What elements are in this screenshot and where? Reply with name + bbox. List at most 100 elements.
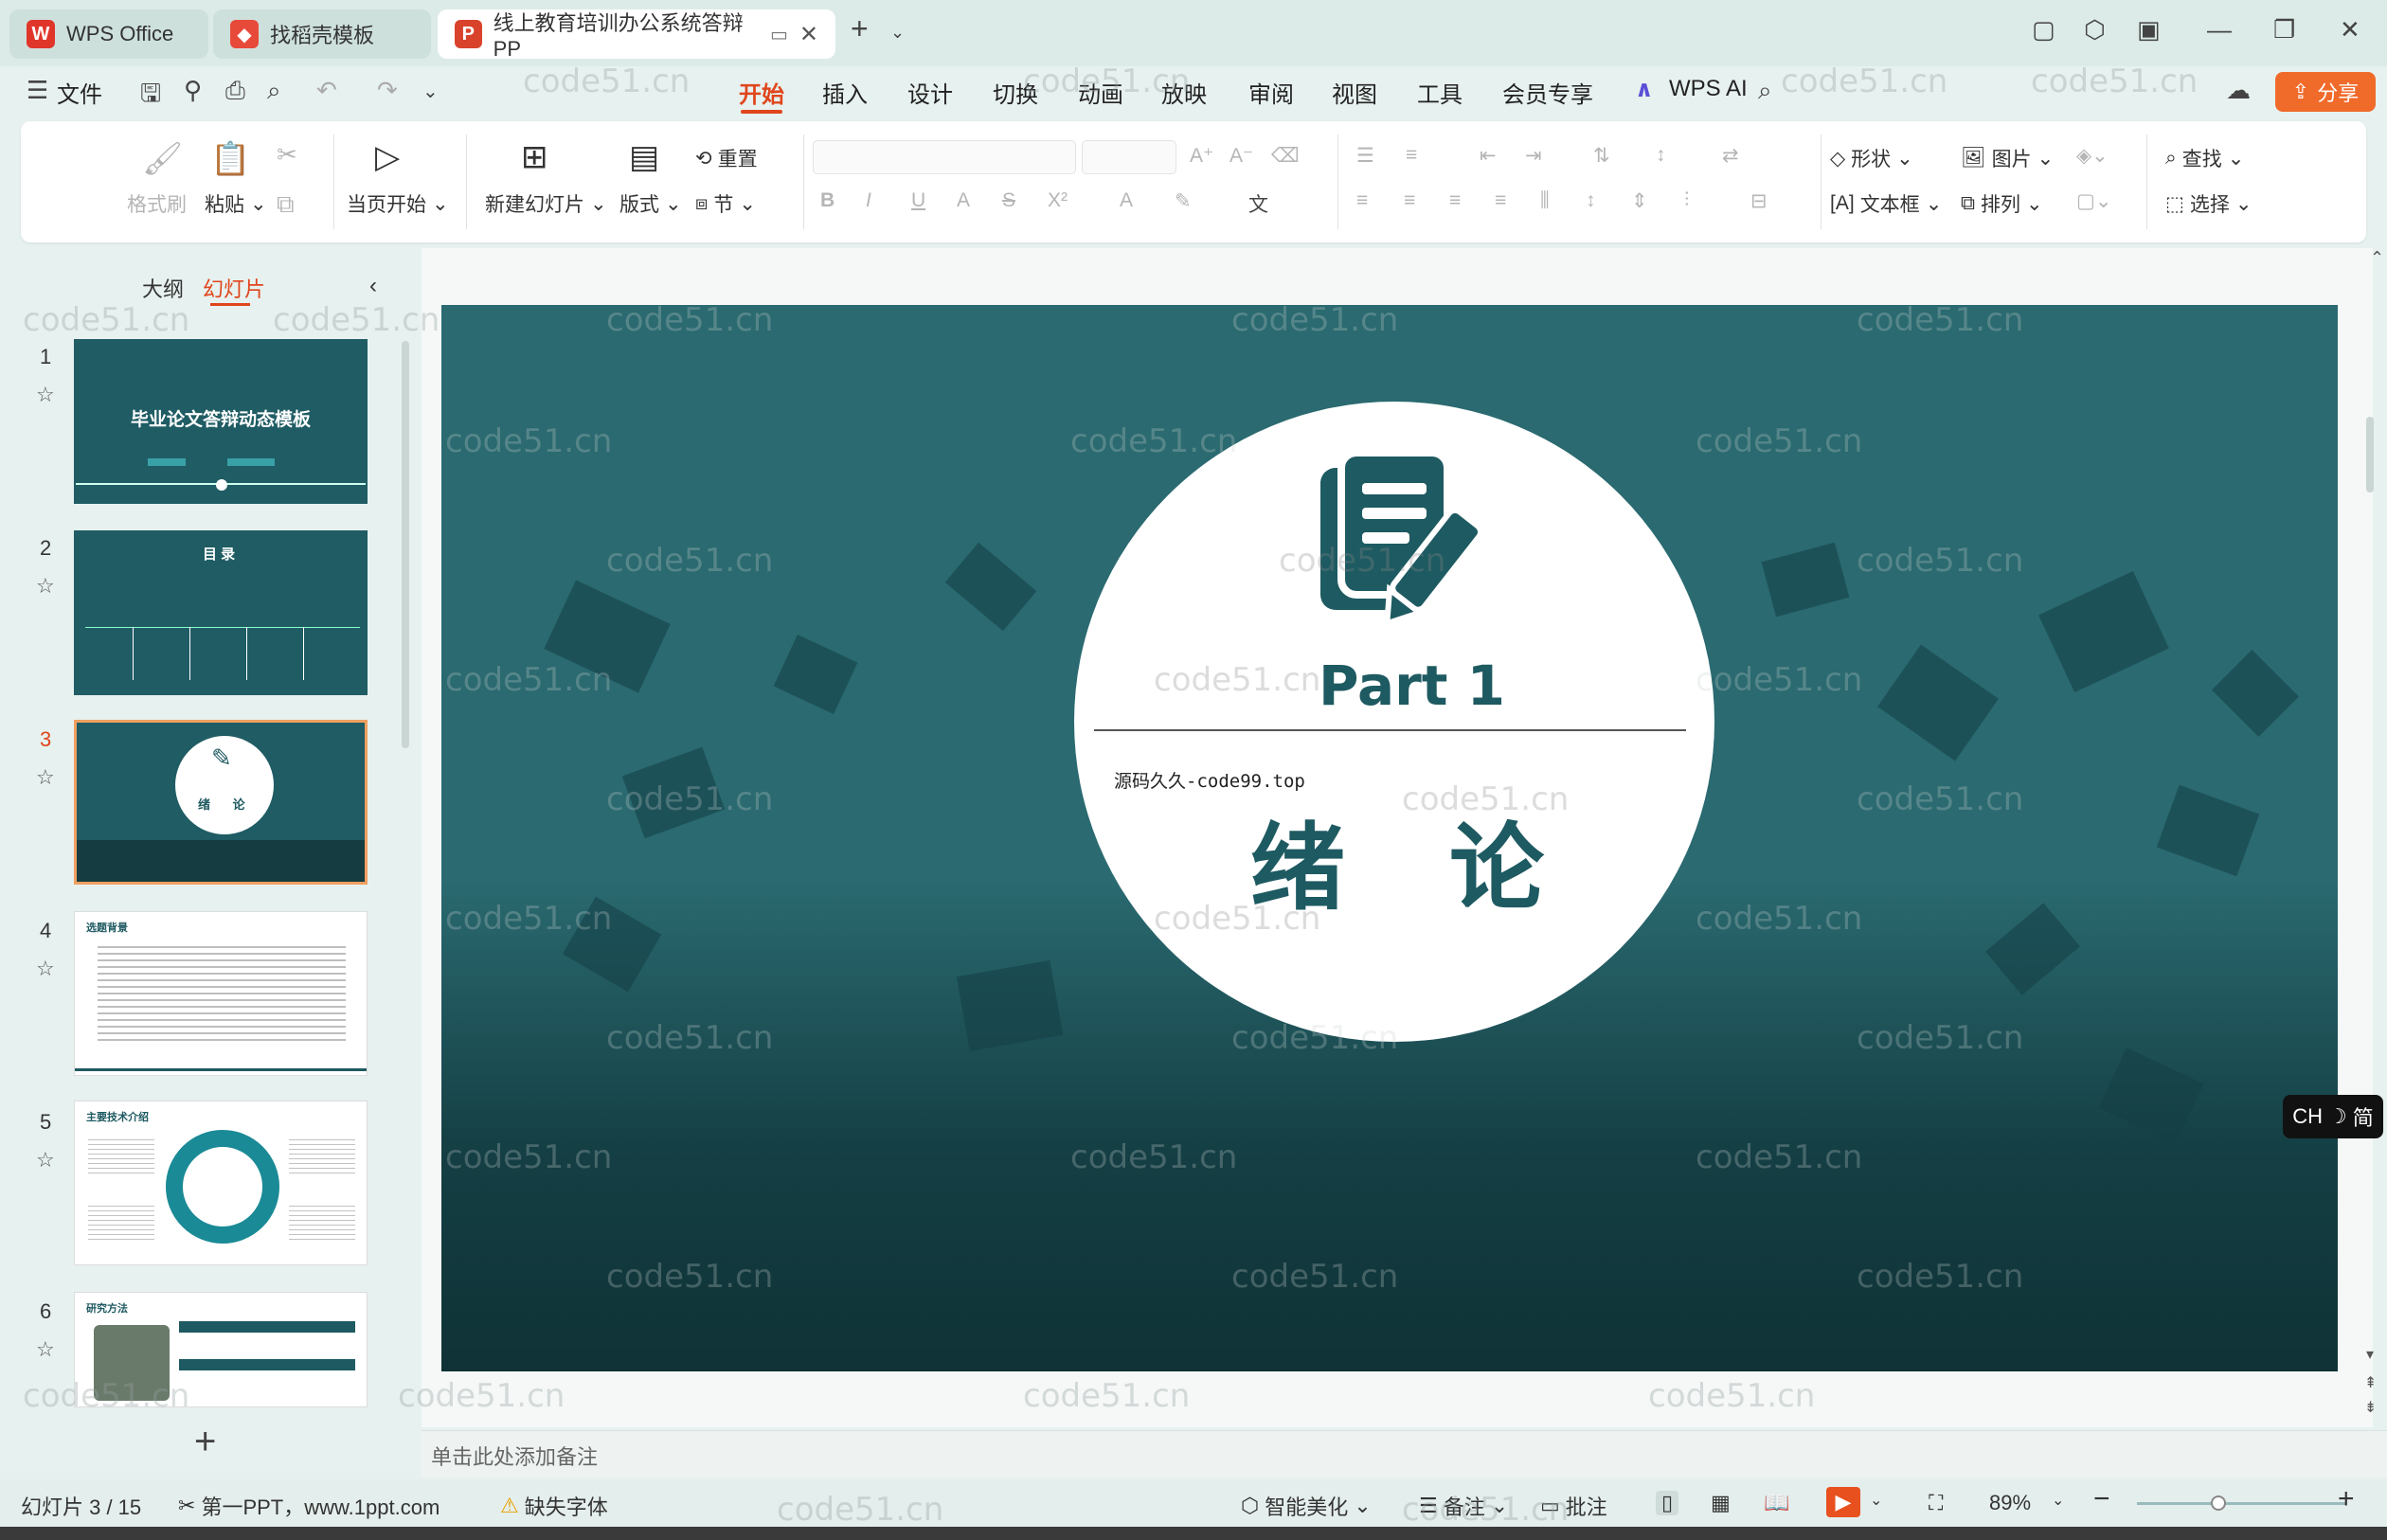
minimize-icon[interactable]: — bbox=[2207, 15, 2232, 45]
tab-wps-office[interactable]: W WPS Office bbox=[9, 9, 208, 59]
find-button[interactable]: ⌕ 查找 ⌄ bbox=[2165, 144, 2244, 172]
next-slide-icon[interactable]: ⇟ bbox=[2364, 1398, 2377, 1417]
notes-pane[interactable]: 单击此处添加备注 bbox=[422, 1430, 2387, 1477]
sort-icon[interactable]: ↕ bbox=[1656, 144, 1666, 167]
fit-window-icon[interactable]: ⛶ bbox=[1929, 1491, 1943, 1515]
arrange-button[interactable]: ⧉ 排列 ⌄ bbox=[1961, 189, 2043, 218]
increase-indent-icon[interactable]: ⇥ bbox=[1525, 144, 1542, 168]
share-button[interactable]: ⇪ 分享 bbox=[2275, 72, 2376, 112]
normal-view-icon[interactable]: ▯ bbox=[1656, 1491, 1679, 1515]
reset-button[interactable]: ⟲ 重置 bbox=[695, 144, 758, 172]
prev-slide-icon[interactable]: ⇞ bbox=[2364, 1373, 2377, 1392]
phonetic-icon[interactable]: 文 bbox=[1248, 189, 1268, 218]
font-size-select[interactable] bbox=[1082, 140, 1176, 174]
tab-document[interactable]: P 线上教育培训办公系统答辩PP ▭ ✕ bbox=[438, 9, 835, 61]
align-center-icon[interactable]: ≡ bbox=[1404, 189, 1415, 212]
add-slide-button[interactable]: + bbox=[194, 1421, 216, 1463]
print-preview-icon[interactable]: ⌕ bbox=[267, 76, 281, 106]
align-left-icon[interactable]: ≡ bbox=[1356, 189, 1368, 212]
clear-format-icon[interactable]: ⌫ bbox=[1271, 144, 1300, 168]
search-icon[interactable]: ⌕ bbox=[1758, 76, 1772, 106]
star-icon[interactable]: ☆ bbox=[36, 1337, 55, 1362]
restore-icon[interactable]: ❐ bbox=[2273, 15, 2295, 45]
justify-icon[interactable]: ≡ bbox=[1495, 189, 1506, 212]
menu-home[interactable]: 开始 bbox=[739, 76, 784, 109]
part-title[interactable]: Part 1 bbox=[1319, 654, 1505, 718]
bold-icon[interactable]: B bbox=[820, 189, 835, 212]
print-icon[interactable]: ⎙ bbox=[225, 76, 245, 106]
zoom-out-icon[interactable]: − bbox=[2093, 1483, 2110, 1515]
canvas-scrollbar[interactable] bbox=[2366, 417, 2374, 492]
increase-font-icon[interactable]: A⁺ bbox=[1190, 144, 1213, 168]
comments-button[interactable]: ▭ 批注 bbox=[1540, 1491, 1607, 1521]
tab-outline[interactable]: 大纲 bbox=[142, 273, 184, 303]
layout-button[interactable]: 版式 ⌄ bbox=[619, 189, 682, 218]
italic-icon[interactable]: I bbox=[866, 189, 871, 212]
slide-thumbnail-4[interactable]: 选题背景 bbox=[74, 911, 368, 1076]
font-color-icon[interactable]: A bbox=[1120, 189, 1133, 212]
text-shadow-icon[interactable]: A bbox=[957, 189, 970, 212]
collapse-panel-icon[interactable]: ‹ bbox=[369, 273, 377, 299]
line-spacing-icon[interactable]: ↕ bbox=[1586, 189, 1596, 212]
font-family-select[interactable] bbox=[813, 140, 1076, 174]
underline-icon[interactable]: U bbox=[911, 189, 925, 212]
columns-icon[interactable]: ⫶ bbox=[1684, 189, 1689, 212]
slide-thumbnail-5[interactable]: 主要技术介绍 bbox=[74, 1101, 368, 1265]
zoom-slider[interactable] bbox=[2137, 1502, 2345, 1505]
panel-scrollbar[interactable] bbox=[402, 341, 409, 748]
cloud-icon[interactable]: ☁ bbox=[2226, 76, 2251, 105]
close-window-icon[interactable]: ✕ bbox=[2340, 15, 2360, 45]
scroll-down-icon[interactable]: ▾ bbox=[2366, 1345, 2374, 1364]
menu-tools[interactable]: 工具 bbox=[1417, 76, 1463, 109]
play-from-current-button[interactable]: 当页开始 ⌄ bbox=[347, 189, 449, 218]
star-icon[interactable]: ☆ bbox=[36, 383, 55, 407]
pin-icon[interactable]: ⚲ bbox=[184, 76, 202, 105]
wps-ai-icon[interactable]: ∧ bbox=[1635, 76, 1654, 103]
reading-view-icon[interactable]: 📖 bbox=[1764, 1491, 1789, 1515]
undo-icon[interactable]: ↶ bbox=[316, 76, 337, 105]
menu-review[interactable]: 审阅 bbox=[1248, 76, 1294, 109]
slide-thumbnail-6[interactable]: 研究方法 bbox=[74, 1292, 368, 1407]
align-right-icon[interactable]: ≡ bbox=[1449, 189, 1461, 212]
picture-button[interactable]: 🖼 图片 ⌄ bbox=[1961, 144, 2054, 172]
close-tab-icon[interactable]: ✕ bbox=[799, 21, 818, 48]
ime-indicator[interactable]: CH ☽ 简 bbox=[2283, 1095, 2383, 1138]
bullet-list-icon[interactable]: ☰ bbox=[1356, 144, 1374, 168]
menu-design[interactable]: 设计 bbox=[907, 76, 953, 109]
section-title[interactable]: 绪论 bbox=[1250, 791, 1648, 928]
section-button[interactable]: ⧈ 节 ⌄ bbox=[695, 189, 756, 218]
fill-icon[interactable]: ◈⌄ bbox=[2076, 144, 2109, 168]
cut-icon[interactable]: ✂ bbox=[277, 140, 297, 170]
file-menu[interactable]: 文件 bbox=[57, 76, 102, 109]
menu-insert[interactable]: 插入 bbox=[822, 76, 868, 109]
save-icon[interactable]: 🖫 bbox=[140, 76, 161, 117]
play-slideshow-icon[interactable]: ▶ bbox=[1826, 1487, 1860, 1517]
menu-view[interactable]: 视图 bbox=[1332, 76, 1377, 109]
menu-animation[interactable]: 动画 bbox=[1078, 76, 1123, 109]
numbered-list-icon[interactable]: ≡ bbox=[1406, 144, 1417, 167]
grid-view-icon[interactable]: ▦ bbox=[1711, 1491, 1731, 1515]
star-icon[interactable]: ☆ bbox=[36, 574, 55, 599]
tab-slides[interactable]: 幻灯片 bbox=[203, 273, 265, 303]
beautify-button[interactable]: ⬡ 智能美化 ⌄ bbox=[1241, 1491, 1372, 1521]
new-slide-button[interactable]: 新建幻灯片 ⌄ bbox=[485, 189, 607, 218]
slide-thumbnail-3[interactable]: ✎ 绪 论 bbox=[74, 720, 368, 885]
theme-info[interactable]: ✂ 第一PPT，www.1ppt.com bbox=[178, 1491, 440, 1521]
decrease-font-icon[interactable]: A⁻ bbox=[1229, 144, 1253, 168]
select-button[interactable]: ⬚ 选择 ⌄ bbox=[2165, 189, 2252, 218]
textbox-button[interactable]: [A] 文本框 ⌄ bbox=[1830, 189, 1942, 218]
zoom-slider-handle[interactable] bbox=[2211, 1495, 2226, 1511]
convert-icon[interactable]: ⇄ bbox=[1722, 144, 1739, 168]
window-layout-icon[interactable]: ▢ bbox=[2032, 15, 2055, 45]
cube-icon[interactable]: ⬡ bbox=[2084, 15, 2106, 45]
paste-button[interactable]: 粘贴 ⌄ bbox=[205, 189, 267, 218]
vertical-align-icon[interactable]: ⊟ bbox=[1750, 189, 1768, 213]
chevron-down-icon[interactable]: ⌄ bbox=[890, 23, 905, 43]
text-direction-icon[interactable]: ⇅ bbox=[1593, 144, 1610, 168]
screen-icon[interactable]: ▭ bbox=[770, 23, 788, 46]
decrease-indent-icon[interactable]: ⇤ bbox=[1480, 144, 1497, 168]
format-painter-button[interactable]: 格式刷 bbox=[127, 189, 187, 218]
zoom-chevron-icon[interactable]: ⌄ bbox=[2052, 1491, 2064, 1510]
avatar[interactable]: ▣ bbox=[2137, 15, 2161, 45]
missing-font-button[interactable]: ⚠ 缺失字体 bbox=[500, 1491, 608, 1521]
